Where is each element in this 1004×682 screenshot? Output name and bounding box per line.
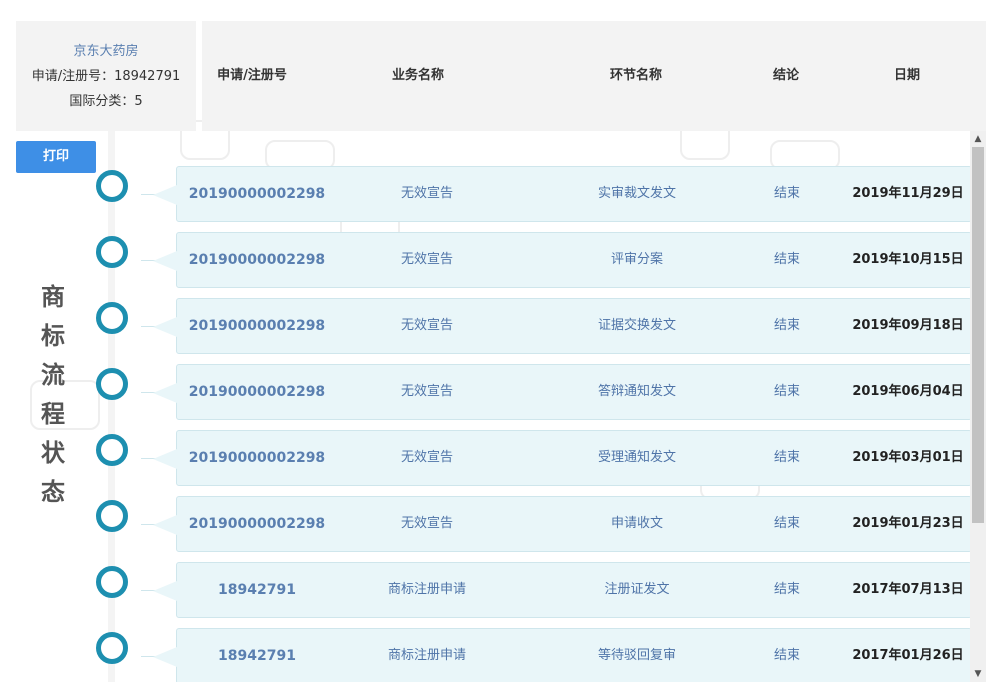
trademark-flow-page: 京东大药房 申请/注册号：18942791 国际分类：5 申请/注册号 业务名称…: [0, 0, 1004, 682]
timeline-row: 18942791 商标注册申请 注册证发文 结束 2017年07月13日: [141, 562, 972, 618]
row-business: 无效宣告: [400, 450, 453, 465]
international-class: 国际分类：5: [69, 93, 143, 109]
flow-status-title: 商 标 流 程 状 态: [38, 278, 68, 512]
row-step: 评审分案: [610, 252, 663, 267]
row-business: 无效宣告: [400, 186, 453, 201]
row-date: 2019年01月23日: [852, 516, 964, 531]
row-result: 结束: [773, 450, 800, 465]
timeline-node-icon: [96, 170, 128, 202]
title-char: 状: [41, 439, 65, 467]
timeline-row: 20190000002298 无效宣告 证据交换发文 结束 2019年09月18…: [141, 298, 972, 354]
row-reg-number: 20190000002298: [188, 450, 326, 466]
row-result: 结束: [773, 384, 800, 399]
row-business: 无效宣告: [400, 384, 453, 399]
row-result: 结束: [773, 648, 800, 663]
timeline-node-icon: [96, 236, 128, 268]
row-pointer: [153, 581, 177, 601]
timeline-node-icon: [96, 302, 128, 334]
row-reg-number: 18942791: [218, 582, 296, 598]
column-header-reg: 申请/注册号: [217, 68, 287, 83]
row-result: 结束: [773, 252, 800, 267]
row-result: 结束: [773, 186, 800, 201]
timeline-node-icon: [96, 632, 128, 664]
title-char: 标: [41, 322, 65, 350]
row-date: 2019年06月04日: [852, 384, 964, 399]
row-business: 无效宣告: [400, 318, 453, 333]
row-reg-number: 18942791: [218, 648, 296, 664]
row-pointer: [153, 185, 177, 205]
row-step: 注册证发文: [604, 582, 670, 597]
scroll-up-icon[interactable]: ▲: [970, 131, 986, 147]
row-pointer: [153, 515, 177, 535]
row-reg-number: 20190000002298: [188, 252, 326, 268]
row-step: 实审裁文发文: [597, 186, 676, 201]
row-date: 2019年10月15日: [852, 252, 964, 267]
company-name: 京东大药房: [73, 43, 139, 59]
timeline-row: 20190000002298 无效宣告 受理通知发文 结束 2019年03月01…: [141, 430, 972, 486]
column-header-date: 日期: [893, 68, 920, 83]
row-pointer: [153, 647, 177, 667]
timeline-node-icon: [96, 500, 128, 532]
row-business: 无效宣告: [400, 252, 453, 267]
registration-number: 申请/注册号：18942791: [31, 68, 181, 84]
title-char: 流: [41, 361, 65, 389]
row-business: 商标注册申请: [387, 582, 466, 597]
row-date: 2017年01月26日: [852, 648, 964, 663]
row-date: 2017年07月13日: [852, 582, 964, 597]
column-header-business: 业务名称: [391, 68, 444, 83]
row-step: 申请收文: [610, 516, 663, 531]
timeline-row: 18942791 商标注册申请 等待驳回复审 结束 2017年01月26日: [141, 628, 972, 682]
row-result: 结束: [773, 516, 800, 531]
timeline-node-icon: [96, 368, 128, 400]
timeline-row: 20190000002298 无效宣告 实审裁文发文 结束 2019年11月29…: [141, 166, 972, 222]
timeline-node-icon: [96, 566, 128, 598]
row-pointer: [153, 317, 177, 337]
timeline-row: 20190000002298 无效宣告 评审分案 结束 2019年10月15日: [141, 232, 972, 288]
column-header-result: 结论: [772, 68, 799, 83]
row-reg-number: 20190000002298: [188, 384, 326, 400]
timeline-node-icon: [96, 434, 128, 466]
row-date: 2019年03月01日: [852, 450, 964, 465]
timeline-row: 20190000002298 无效宣告 申请收文 结束 2019年01月23日: [141, 496, 972, 552]
row-step: 受理通知发文: [597, 450, 676, 465]
title-char: 商: [41, 283, 65, 311]
row-step: 等待驳回复审: [597, 648, 676, 663]
column-header-step: 环节名称: [609, 68, 662, 83]
row-business: 商标注册申请: [387, 648, 466, 663]
title-char: 态: [41, 478, 65, 506]
row-result: 结束: [773, 582, 800, 597]
row-date: 2019年11月29日: [852, 186, 964, 201]
row-pointer: [153, 449, 177, 469]
row-reg-number: 20190000002298: [188, 516, 326, 532]
print-button[interactable]: 打印: [16, 141, 96, 173]
timeline-row: 20190000002298 无效宣告 答辩通知发文 结束 2019年06月04…: [141, 364, 972, 420]
row-pointer: [153, 251, 177, 271]
row-step: 证据交换发文: [597, 318, 676, 333]
timeline-line: [108, 131, 115, 682]
row-step: 答辩通知发文: [597, 384, 676, 399]
vertical-scrollbar[interactable]: ▲ ▼: [970, 131, 986, 682]
table-header: 申请/注册号 业务名称 环节名称 结论 日期: [202, 21, 986, 131]
trademark-info-box: 京东大药房 申请/注册号：18942791 国际分类：5: [16, 21, 196, 131]
row-reg-number: 20190000002298: [188, 186, 326, 202]
row-business: 无效宣告: [400, 516, 453, 531]
row-pointer: [153, 383, 177, 403]
row-date: 2019年09月18日: [852, 318, 964, 333]
row-result: 结束: [773, 318, 800, 333]
title-char: 程: [41, 400, 65, 428]
row-reg-number: 20190000002298: [188, 318, 326, 334]
scroll-down-icon[interactable]: ▼: [970, 666, 986, 682]
scrollbar-thumb[interactable]: [972, 147, 984, 523]
